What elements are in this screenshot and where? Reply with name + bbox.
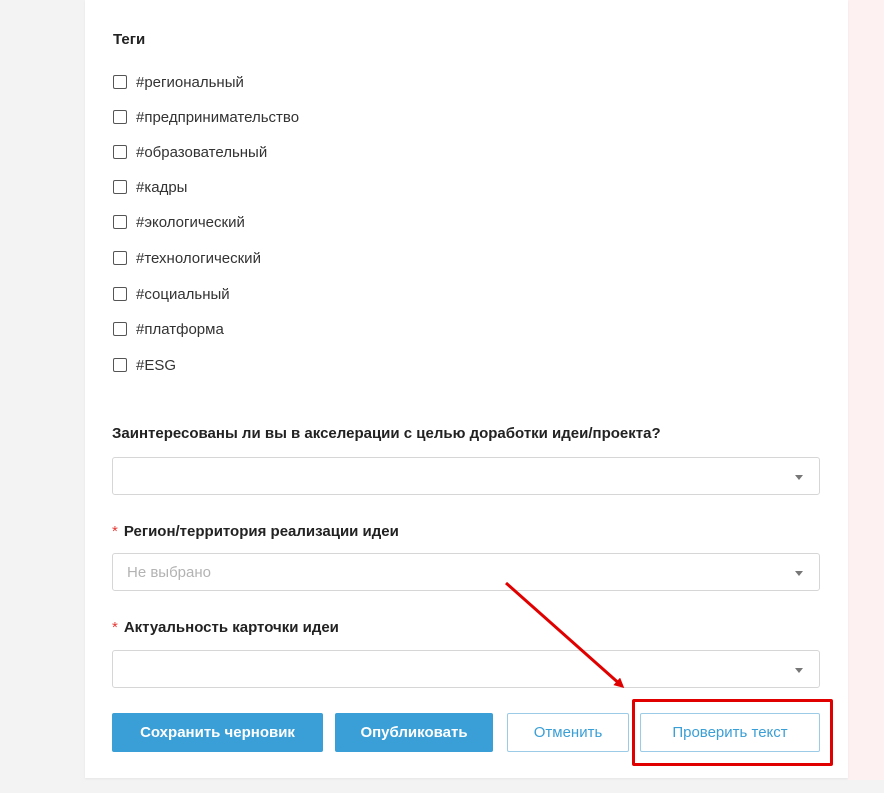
annotation-arrow-icon — [505, 581, 625, 688]
